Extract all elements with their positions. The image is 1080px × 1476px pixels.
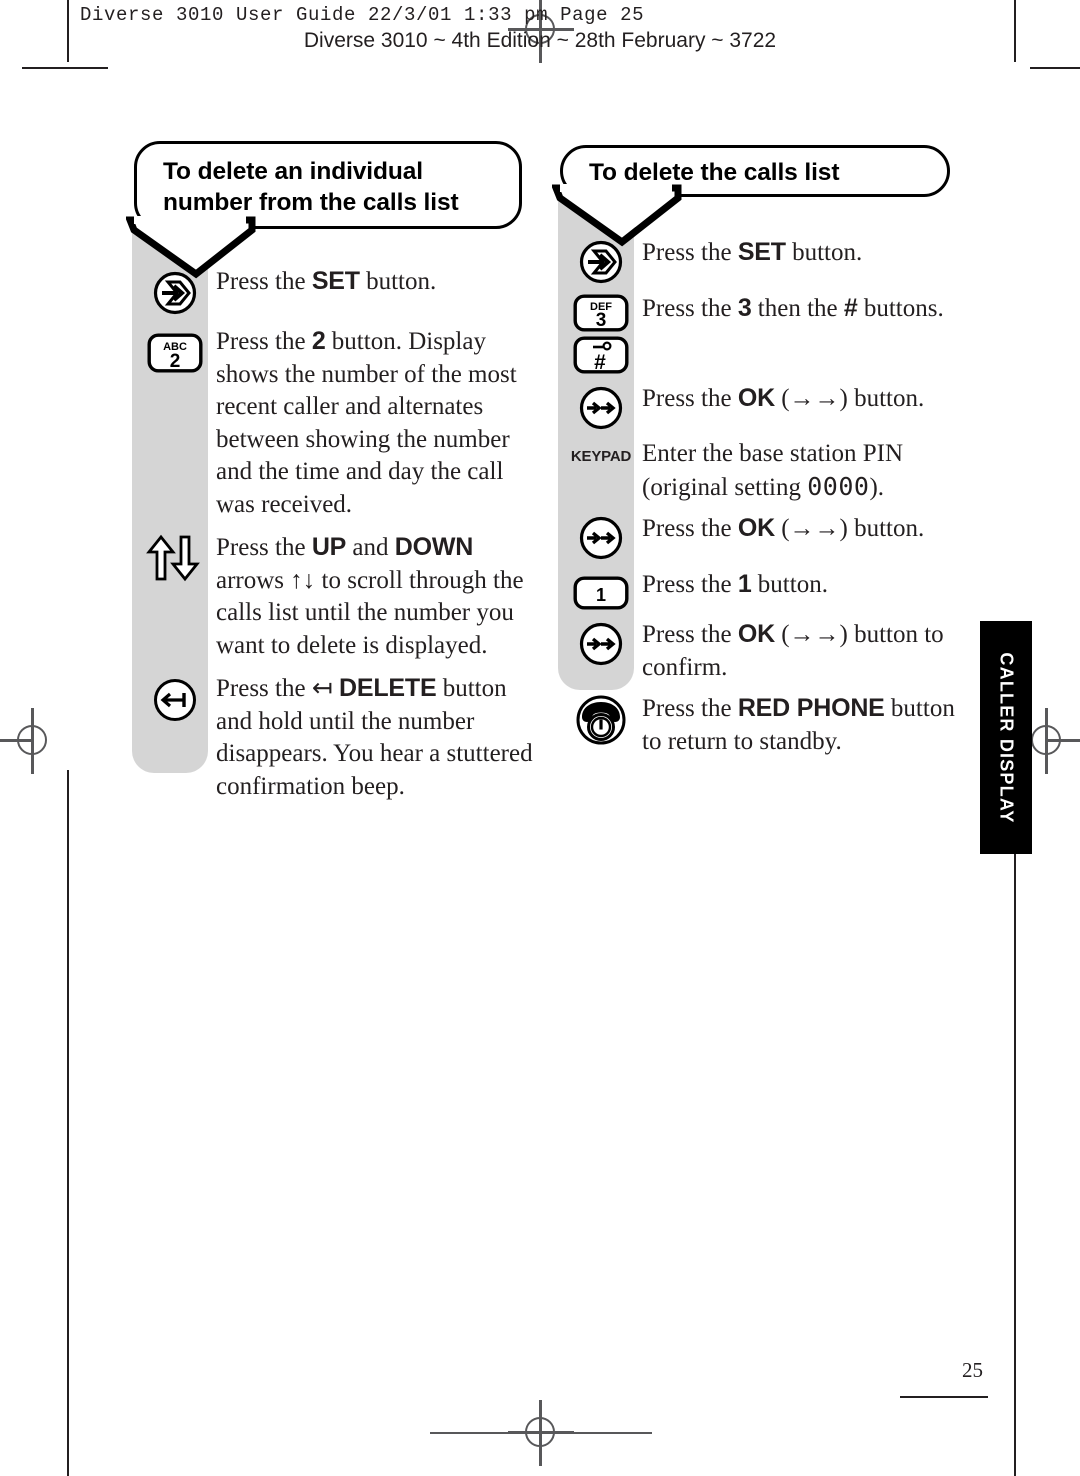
manual-page: Diverse 3010 User Guide 22/3/01 1:33 pm … (0, 0, 1080, 1476)
right-heading-callout: To delete the calls list (560, 145, 950, 197)
right-step-4: KEYPAD Enter the base station PIN (origi… (560, 438, 980, 504)
crop-mark-bottom-center-right (574, 1432, 652, 1434)
side-tab-label: CALLER DISPLAY (996, 651, 1017, 824)
svg-text:1: 1 (596, 585, 606, 605)
crop-mark-folio-rule (900, 1396, 988, 1398)
keypad-hash-icon: # (573, 336, 629, 374)
right-step-5: Press the OK (→→) button. (560, 512, 980, 560)
right-step-1: Press the SET button. (560, 236, 980, 284)
right-step-8-text: Press the RED PHONE button to return to … (642, 694, 955, 755)
left-heading-text: To delete an individual number from the … (163, 158, 459, 217)
right-steps-list: Press the SET button. DEF 3 # Press the … (560, 236, 980, 758)
left-step-4: Press the ↤ DELETE button and hold until… (134, 672, 534, 803)
registration-circle (525, 1417, 555, 1447)
svg-text:3: 3 (596, 310, 607, 331)
keypad-3-icon: DEF 3 (573, 294, 629, 332)
right-step-6-text: Press the 1 button. (642, 570, 828, 598)
crop-mark-bottom-center-left (430, 1432, 508, 1434)
svg-text:2: 2 (170, 351, 181, 372)
delete-button-icon[interactable] (134, 672, 216, 722)
keypad-3-hash-icon[interactable]: DEF 3 # (560, 292, 642, 374)
page-number: 25 (962, 1358, 983, 1382)
crop-mark-top-right-horizontal (1030, 67, 1080, 69)
right-step-4-text: Enter the base station PIN (original set… (642, 440, 904, 501)
keypad-2-icon[interactable]: ABC 2 (134, 325, 216, 373)
right-step-7: Press the OK (→→) button to confirm. (560, 618, 980, 684)
right-step-7-text: Press the OK (→→) button to confirm. (642, 620, 944, 681)
keypad-1-icon[interactable]: 1 (560, 568, 642, 610)
right-step-3: Press the OK (→→) button. (560, 382, 980, 430)
up-down-arrows-icon[interactable] (134, 531, 216, 583)
left-step-2: ABC 2 Press the 2 button. Display shows … (134, 325, 534, 521)
registration-circle (1031, 725, 1061, 755)
registration-circle (17, 725, 47, 755)
ok-button-icon[interactable] (560, 512, 642, 560)
left-step-3: Press the UP and DOWN arrows ↑↓ to scrol… (134, 531, 534, 662)
ok-button-icon[interactable] (560, 618, 642, 666)
source-file-header: Diverse 3010 User Guide 22/3/01 1:33 pm … (80, 4, 645, 26)
keypad-label-icon: KEYPAD (560, 438, 642, 465)
right-step-6: 1 Press the 1 button. (560, 568, 980, 610)
section-side-tab: CALLER DISPLAY (980, 621, 1032, 854)
svg-text:#: # (594, 351, 606, 374)
right-step-2-text: Press the 3 then the # buttons. (642, 294, 944, 322)
left-step-3-text: Press the UP and DOWN arrows ↑↓ to scrol… (216, 533, 524, 659)
left-step-4-text: Press the ↤ DELETE button and hold until… (216, 674, 533, 800)
right-step-2: DEF 3 # Press the 3 then the # buttons. (560, 292, 980, 374)
left-step-2-text: Press the 2 button. Display shows the nu… (216, 327, 517, 518)
set-button-icon[interactable] (560, 236, 642, 284)
keypad-label-text: KEYPAD (570, 448, 632, 465)
registration-mark-left (0, 708, 66, 774)
edition-header: Diverse 3010 ~ 4th Edition ~ 28th Februa… (303, 29, 777, 52)
left-steps-list: Press the SET button. ABC 2 Press the 2 … (134, 265, 534, 803)
right-step-3-text: Press the OK (→→) button. (642, 384, 925, 412)
right-heading-text: To delete the calls list (589, 159, 840, 186)
registration-mark-bottom-center (508, 1400, 574, 1466)
set-button-icon[interactable] (134, 265, 216, 315)
red-phone-button-icon[interactable] (560, 692, 642, 746)
crop-mark-bottom-left-vertical (67, 770, 69, 1476)
right-step-8: Press the RED PHONE button to return to … (560, 692, 980, 758)
right-step-1-text: Press the SET button. (642, 238, 863, 266)
crop-mark-top-left-horizontal (22, 67, 108, 69)
crop-mark-bottom-right-vertical (1014, 770, 1016, 1476)
ok-button-icon[interactable] (560, 382, 642, 430)
right-step-5-text: Press the OK (→→) button. (642, 514, 925, 542)
left-heading-callout: To delete an individual number from the … (134, 141, 522, 229)
left-step-1: Press the SET button. (134, 265, 534, 315)
left-step-1-text: Press the SET button. (216, 267, 437, 295)
